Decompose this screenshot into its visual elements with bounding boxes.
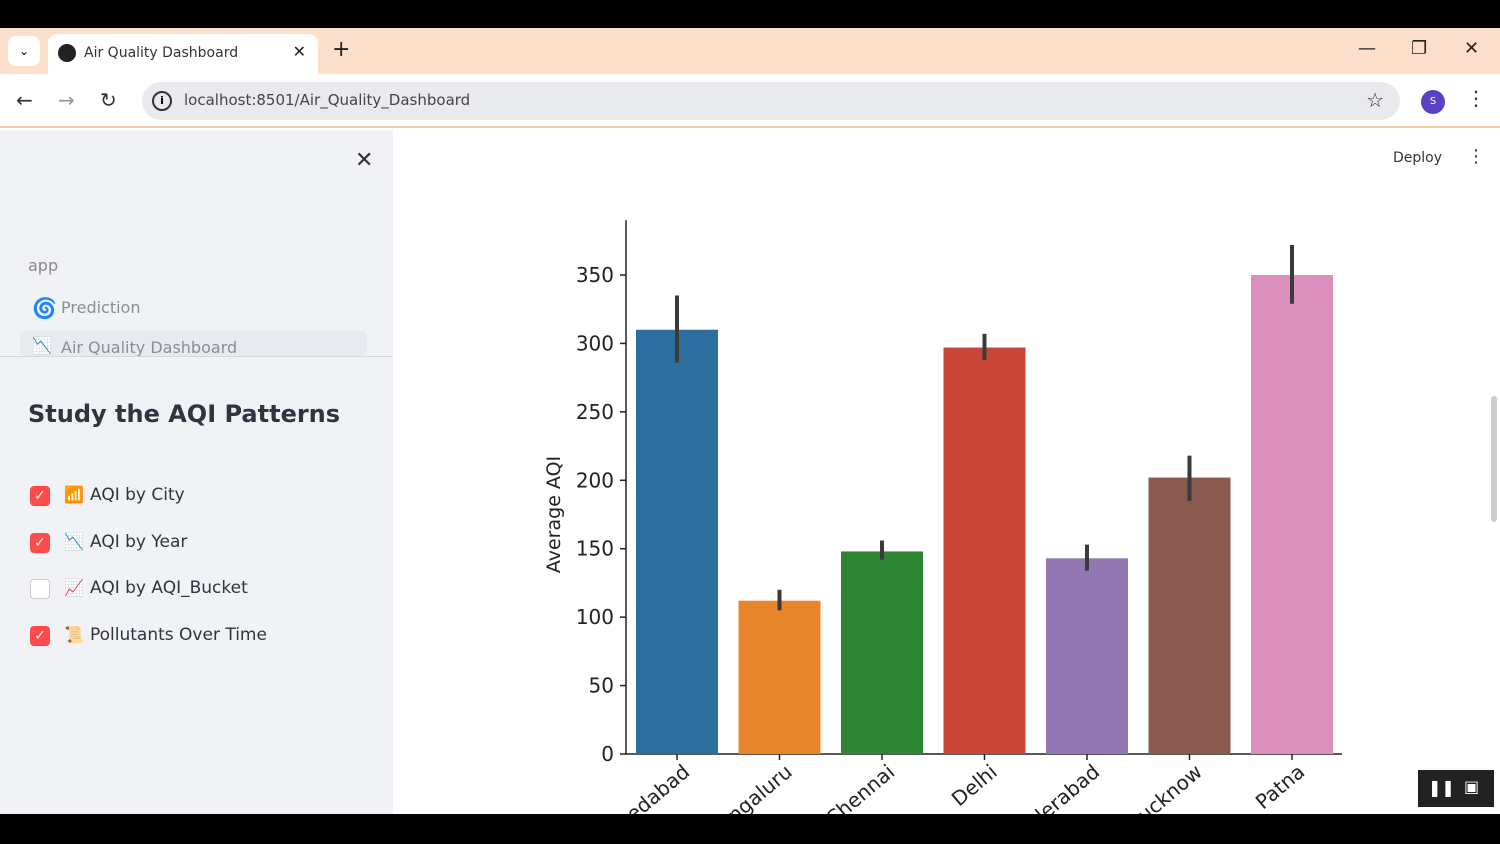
app-label: app: [28, 256, 59, 275]
picture-in-picture-icon[interactable]: ▣: [1464, 777, 1479, 796]
spiral-icon: 🌀: [32, 296, 57, 320]
x-tick-label: Patna: [1251, 759, 1309, 814]
y-tick-label: 0: [601, 742, 614, 766]
aqi-by-city-bar-chart: 0 50 100 150 200 250 300 350 Average AQI Ahmedaba…: [543, 220, 1342, 814]
checkbox-pollutants-over-time[interactable]: ✓: [30, 626, 50, 646]
y-tick-label: 300: [576, 331, 614, 355]
checkbox-aqi-by-bucket[interactable]: [30, 579, 50, 599]
bar-ahmedabad: [636, 329, 718, 754]
bar-delhi: [943, 347, 1026, 754]
bar-lucknow: [1148, 477, 1231, 754]
nav-item-air-quality-dashboard[interactable]: 📉 Air Quality Dashboard: [20, 331, 367, 356]
checkbox-aqi-by-city[interactable]: ✓: [30, 486, 50, 506]
browser-menu-icon[interactable]: ⋮: [1466, 86, 1486, 110]
sidebar-heading: Study the AQI Patterns: [28, 400, 341, 428]
tab-title: Air Quality Dashboard: [84, 45, 239, 61]
tab-search-button[interactable]: ⌄: [8, 36, 40, 66]
x-tick-label: Chennai: [821, 759, 899, 814]
tab-bar: ⌄ Air Quality Dashboard ✕ + — ❐ ✕: [0, 28, 1500, 74]
option-label[interactable]: AQI by AQI_Bucket: [90, 578, 248, 598]
streamlit-favicon-icon: [58, 44, 76, 62]
x-tick-label: Lucknow: [1124, 759, 1206, 814]
address-bar[interactable]: i localhost:8501/Air_Quality_Dashboard ☆: [142, 82, 1400, 120]
y-tick-label: 250: [576, 400, 614, 424]
main-content: 0 50 100 150 200 250 300 350 Average AQI Ahmedaba…: [393, 130, 1500, 814]
profile-avatar[interactable]: S: [1421, 90, 1445, 114]
bar-chart-icon: 📶: [64, 485, 84, 504]
nav-label: Prediction: [61, 298, 141, 317]
chart-decreasing-icon: 📉: [64, 532, 84, 551]
chart-down-icon: 📉: [32, 336, 52, 355]
scrollbar[interactable]: [1491, 396, 1497, 522]
y-tick-label: 350: [576, 263, 614, 287]
y-tick-label: 100: [576, 605, 614, 629]
url-text[interactable]: localhost:8501/Air_Quality_Dashboard: [184, 91, 470, 109]
x-tick-label: Hyderabad: [1005, 759, 1105, 814]
checkbox-aqi-by-year[interactable]: ✓: [30, 533, 50, 553]
y-tick-label: 50: [589, 674, 614, 698]
close-tab-icon[interactable]: ✕: [293, 42, 306, 61]
x-tick-label: Ahmedabad: [586, 759, 694, 814]
scroll-icon: 📜: [64, 625, 84, 644]
browser-window: ⌄ Air Quality Dashboard ✕ + — ❐ ✕ ← → ↻ …: [0, 28, 1500, 814]
close-sidebar-icon[interactable]: ✕: [355, 148, 373, 173]
divider: [0, 356, 393, 357]
y-axis-label: Average AQI: [543, 456, 565, 573]
back-icon[interactable]: ←: [16, 88, 33, 112]
bookmark-star-icon[interactable]: ☆: [1366, 88, 1384, 112]
sidebar: ✕ app 🌀 Prediction 📉 Air Quality Dashboa…: [0, 130, 393, 814]
option-label[interactable]: AQI by Year: [90, 532, 187, 552]
nav-label: Air Quality Dashboard: [61, 338, 238, 356]
reload-icon[interactable]: ↻: [100, 88, 117, 112]
video-controls: ❚❚ ▣: [1418, 770, 1494, 807]
deploy-button[interactable]: Deploy: [1393, 150, 1442, 166]
y-tick-label: 200: [576, 468, 614, 492]
y-tick-label: 150: [576, 537, 614, 561]
minimize-icon[interactable]: —: [1358, 38, 1376, 59]
option-label[interactable]: AQI by City: [90, 485, 185, 505]
site-info-icon[interactable]: i: [152, 91, 172, 111]
chart-increasing-icon: 📈: [64, 578, 84, 597]
browser-toolbar: ← → ↻ i localhost:8501/Air_Quality_Dashb…: [0, 74, 1500, 128]
nav-item-prediction[interactable]: 🌀 Prediction: [20, 291, 367, 325]
bar-chennai: [841, 551, 923, 754]
app-menu-icon[interactable]: ⋮: [1467, 146, 1485, 167]
x-tick-label: Bengaluru: [703, 759, 797, 814]
new-tab-button[interactable]: +: [332, 37, 350, 62]
option-label[interactable]: Pollutants Over Time: [90, 625, 267, 645]
bar-hyderabad: [1046, 558, 1128, 754]
pause-icon[interactable]: ❚❚: [1428, 778, 1455, 797]
close-window-icon[interactable]: ✕: [1464, 38, 1479, 59]
x-tick-label: Delhi: [947, 759, 1002, 810]
bar-patna: [1251, 275, 1333, 754]
bar-bengaluru: [738, 600, 821, 754]
restore-icon[interactable]: ❐: [1411, 38, 1427, 59]
browser-tab[interactable]: Air Quality Dashboard ✕: [48, 34, 318, 74]
forward-icon[interactable]: →: [58, 88, 75, 112]
